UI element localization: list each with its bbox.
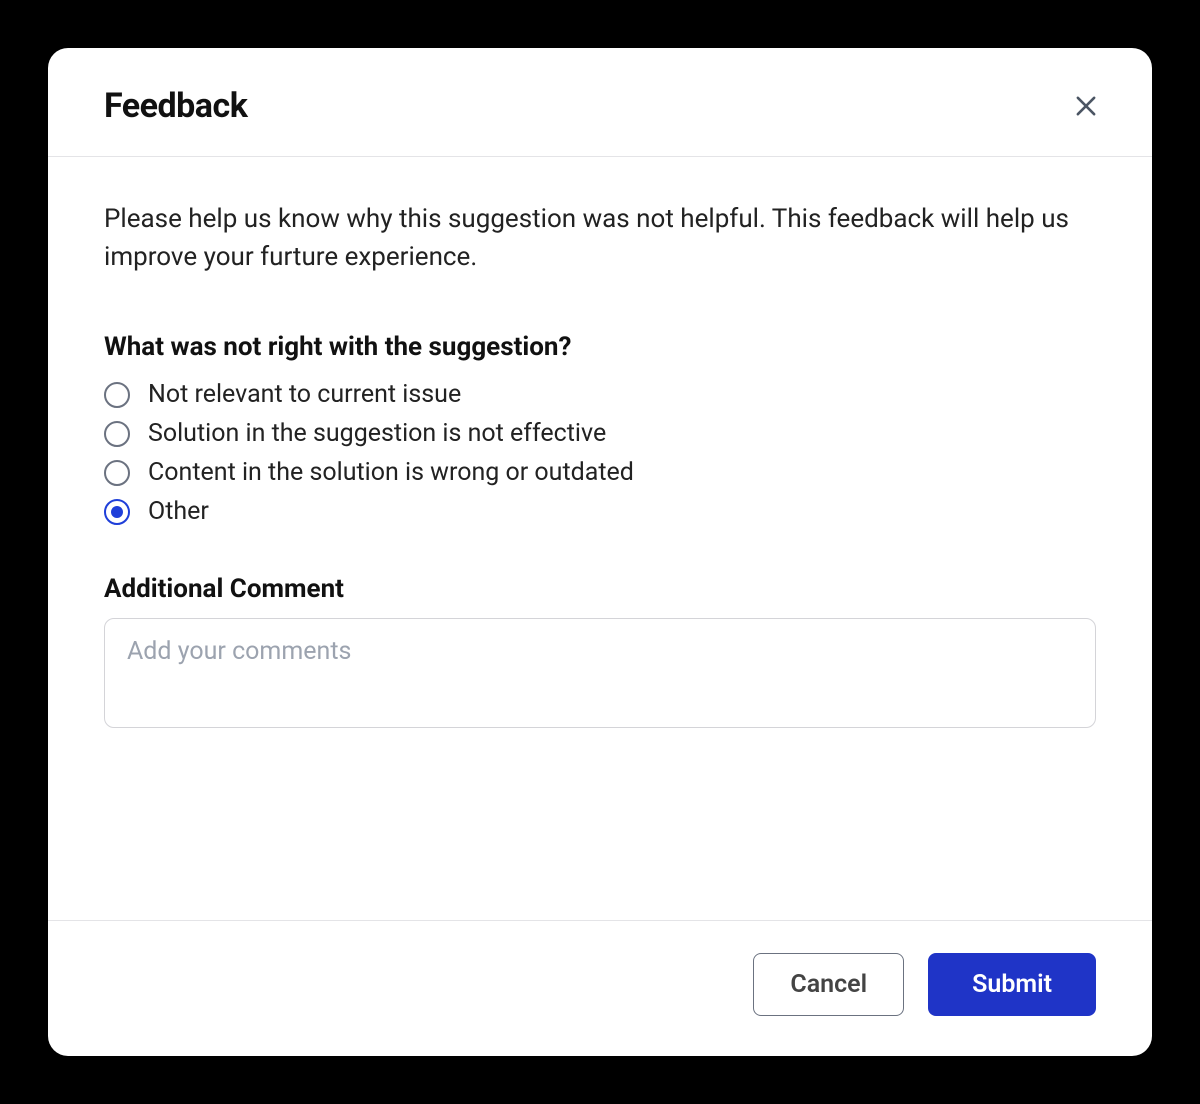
modal-title: Feedback [104, 86, 247, 126]
modal-body: Please help us know why this suggestion … [48, 157, 1152, 920]
radio-icon [104, 460, 130, 486]
cancel-button[interactable]: Cancel [753, 953, 904, 1016]
radio-icon [104, 421, 130, 447]
radio-icon [104, 499, 130, 525]
comment-label: Additional Comment [104, 574, 1096, 604]
radio-icon [104, 382, 130, 408]
feedback-modal: Feedback Please help us know why this su… [48, 48, 1152, 1056]
radio-label: Other [148, 497, 209, 526]
radio-option-wrong-outdated[interactable]: Content in the solution is wrong or outd… [104, 458, 1096, 487]
close-button[interactable] [1068, 88, 1104, 124]
radio-group: Not relevant to current issue Solution i… [104, 380, 1096, 526]
comment-textarea[interactable] [104, 618, 1096, 728]
submit-button[interactable]: Submit [928, 953, 1096, 1016]
question-label: What was not right with the suggestion? [104, 332, 1096, 362]
radio-option-other[interactable]: Other [104, 497, 1096, 526]
radio-label: Solution in the suggestion is not effect… [148, 419, 606, 448]
radio-label: Content in the solution is wrong or outd… [148, 458, 634, 487]
radio-option-not-effective[interactable]: Solution in the suggestion is not effect… [104, 419, 1096, 448]
modal-footer: Cancel Submit [48, 920, 1152, 1056]
radio-option-not-relevant[interactable]: Not relevant to current issue [104, 380, 1096, 409]
radio-label: Not relevant to current issue [148, 380, 461, 409]
close-icon [1072, 92, 1100, 120]
intro-text: Please help us know why this suggestion … [104, 201, 1096, 276]
modal-header: Feedback [48, 48, 1152, 157]
